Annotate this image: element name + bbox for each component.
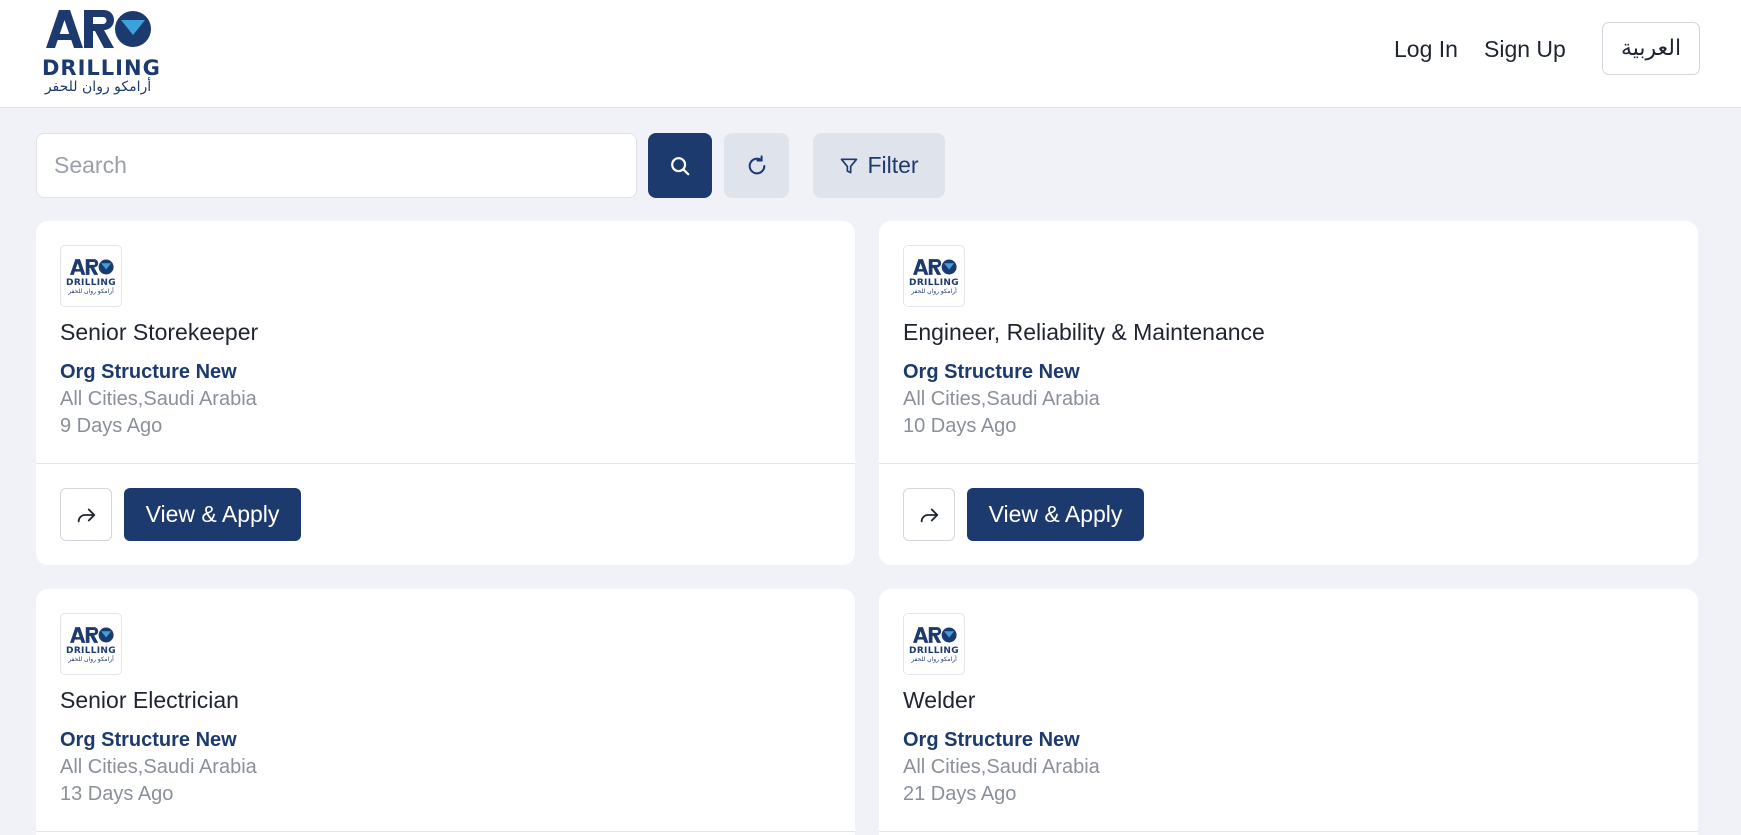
brand-wordmark: DRILLING bbox=[42, 56, 161, 80]
job-title[interactable]: Senior Storekeeper bbox=[60, 319, 258, 346]
job-title[interactable]: Senior Electrician bbox=[60, 687, 239, 714]
card-divider bbox=[36, 463, 855, 464]
company-logo: DRILLING أرامكو روان للحفر bbox=[903, 245, 965, 307]
job-title[interactable]: Welder bbox=[903, 687, 975, 714]
job-card: DRILLING أرامكو روان للحفر Engineer, Rel… bbox=[879, 221, 1698, 565]
job-location: All Cities,Saudi Arabia bbox=[903, 756, 1100, 778]
company-logo-wordmark: DRILLING bbox=[909, 646, 959, 656]
company-logo-arabic: أرامكو روان للحفر bbox=[911, 288, 957, 295]
login-link[interactable]: Log In bbox=[1394, 36, 1458, 63]
search-input[interactable] bbox=[36, 133, 637, 198]
job-posted-date: 9 Days Ago bbox=[60, 415, 163, 437]
view-apply-button[interactable]: View & Apply bbox=[967, 488, 1144, 541]
aro-logo-icon bbox=[913, 259, 957, 275]
aro-logo-icon bbox=[913, 627, 957, 643]
card-divider bbox=[879, 463, 1698, 464]
card-divider bbox=[879, 831, 1698, 832]
job-title[interactable]: Engineer, Reliability & Maintenance bbox=[903, 319, 1265, 346]
company-logo: DRILLING أرامكو روان للحفر bbox=[60, 245, 122, 307]
site-header: DRILLING أرامكو روان للحفر Log In Sign U… bbox=[0, 0, 1741, 108]
signup-link[interactable]: Sign Up bbox=[1484, 36, 1566, 63]
job-department: Org Structure New bbox=[60, 729, 237, 751]
share-button[interactable] bbox=[903, 488, 955, 541]
job-department: Org Structure New bbox=[60, 361, 237, 383]
reset-search-button[interactable] bbox=[724, 133, 789, 198]
job-department: Org Structure New bbox=[903, 361, 1080, 383]
job-posted-date: 10 Days Ago bbox=[903, 415, 1017, 437]
company-logo: DRILLING أرامكو روان للحفر bbox=[60, 613, 122, 675]
search-icon bbox=[671, 156, 690, 175]
share-arrow-icon bbox=[77, 508, 96, 522]
share-button[interactable] bbox=[60, 488, 112, 541]
company-logo: DRILLING أرامكو روان للحفر bbox=[903, 613, 965, 675]
job-card: DRILLING أرامكو روان للحفر Senior Storek… bbox=[36, 221, 855, 565]
company-logo-arabic: أرامكو روان للحفر bbox=[68, 288, 114, 295]
job-posted-date: 21 Days Ago bbox=[903, 783, 1017, 805]
company-logo-arabic: أرامكو روان للحفر bbox=[68, 656, 114, 663]
aro-logo-icon bbox=[46, 10, 151, 48]
language-toggle-button[interactable]: العربية bbox=[1602, 22, 1700, 75]
aro-logo-icon bbox=[70, 259, 114, 275]
search-button[interactable] bbox=[648, 133, 712, 198]
company-logo-wordmark: DRILLING bbox=[66, 646, 116, 656]
filter-icon bbox=[841, 158, 858, 173]
job-department: Org Structure New bbox=[903, 729, 1080, 751]
job-location: All Cities,Saudi Arabia bbox=[60, 756, 257, 778]
share-arrow-icon bbox=[920, 508, 939, 522]
company-logo-arabic: أرامكو روان للحفر bbox=[911, 656, 957, 663]
company-logo-wordmark: DRILLING bbox=[909, 278, 959, 288]
filter-button[interactable]: Filter bbox=[813, 133, 945, 198]
view-apply-button[interactable]: View & Apply bbox=[124, 488, 301, 541]
refresh-icon bbox=[748, 154, 765, 174]
brand-logo[interactable]: DRILLING أرامكو روان للحفر bbox=[42, 10, 161, 95]
company-logo-wordmark: DRILLING bbox=[66, 278, 116, 288]
job-location: All Cities,Saudi Arabia bbox=[903, 388, 1100, 410]
job-card: DRILLING أرامكو روان للحفر Senior Electr… bbox=[36, 589, 855, 835]
job-card: DRILLING أرامكو روان للحفر Welder Org St… bbox=[879, 589, 1698, 835]
job-location: All Cities,Saudi Arabia bbox=[60, 388, 257, 410]
brand-arabic-wordmark: أرامكو روان للحفر bbox=[44, 79, 152, 95]
filter-button-label: Filter bbox=[867, 152, 919, 178]
job-posted-date: 13 Days Ago bbox=[60, 783, 174, 805]
aro-logo-icon bbox=[70, 627, 114, 643]
card-divider bbox=[36, 831, 855, 832]
